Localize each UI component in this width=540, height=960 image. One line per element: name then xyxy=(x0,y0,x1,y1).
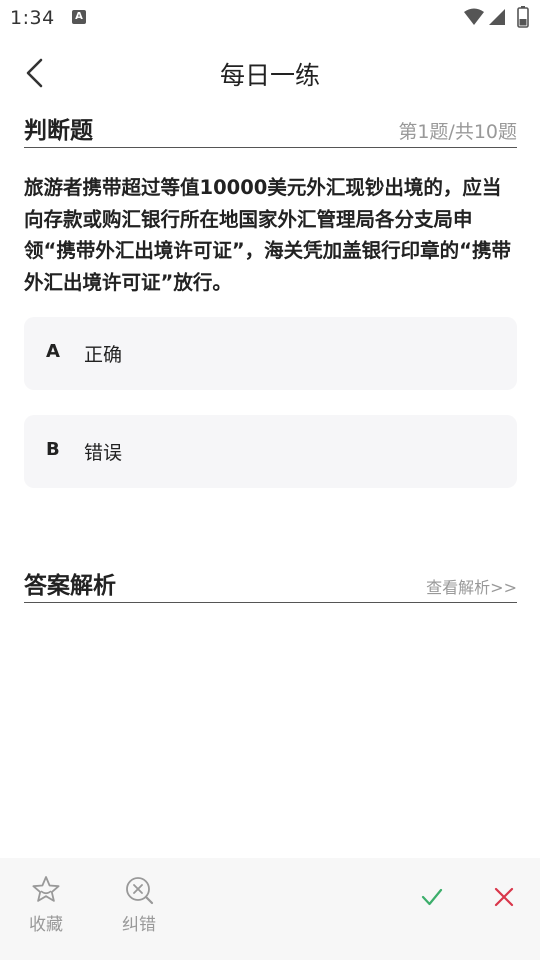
view-analysis-link[interactable]: 查看解析>> xyxy=(426,574,517,598)
bottom-bar: 收藏 纠错 xyxy=(0,858,540,960)
battery-icon xyxy=(517,6,529,28)
top-bar: 每日一练 xyxy=(0,44,540,102)
question-type-header: 判断题 第1题/共10题 xyxy=(24,115,517,148)
option-label: 错误 xyxy=(84,442,123,464)
analysis-title: 答案解析 xyxy=(24,573,116,599)
signal-icon xyxy=(489,9,505,25)
question-type-label: 判断题 xyxy=(24,118,93,144)
option-label: 正确 xyxy=(84,344,123,366)
page-title: 每日一练 xyxy=(219,61,320,90)
option-letter: A xyxy=(46,341,60,362)
check-icon[interactable] xyxy=(420,885,444,909)
magnify-x-icon xyxy=(126,877,154,905)
favorite-label: 收藏 xyxy=(29,915,63,935)
star-icon xyxy=(32,876,60,902)
report-error-label: 纠错 xyxy=(122,915,156,935)
option-a[interactable]: A 正确 xyxy=(24,317,517,390)
option-b[interactable]: B 错误 xyxy=(24,415,517,488)
report-error-button[interactable]: 纠错 xyxy=(109,874,169,938)
status-time: 1:34 xyxy=(10,7,55,29)
question-progress: 第1题/共10题 xyxy=(398,121,517,143)
notification-a-icon: A xyxy=(72,10,86,24)
question-text: 旅游者携带超过等值10000美元外汇现钞出境的，应当向存款或购汇银行所在地国家外… xyxy=(24,176,511,294)
cross-icon[interactable] xyxy=(492,885,516,909)
status-bar: 1:34 A xyxy=(0,0,540,36)
analysis-header: 答案解析 查看解析>> xyxy=(24,570,517,603)
wifi-icon xyxy=(464,8,484,25)
option-letter: B xyxy=(46,439,60,460)
favorite-button[interactable]: 收藏 xyxy=(16,874,76,938)
